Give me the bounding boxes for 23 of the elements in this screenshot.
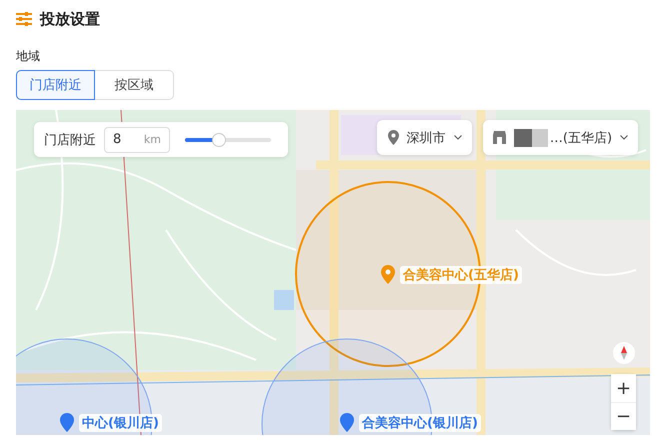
store-icon (492, 131, 506, 144)
slider-thumb[interactable] (212, 132, 226, 146)
map-marker-icon[interactable] (340, 413, 354, 432)
radius-input[interactable]: 8 km (104, 126, 170, 152)
radius-label: 门店附近 (44, 132, 96, 148)
caret-icon (620, 135, 628, 140)
sliders-icon (16, 12, 32, 26)
location-pin-icon (388, 130, 398, 145)
region-tab[interactable]: 门店附近 (16, 70, 95, 100)
city-dropdown[interactable]: 深圳市 (377, 120, 472, 155)
section-title: 投放设置 (40, 10, 100, 28)
store-label: 合美容中心(五华店) (400, 266, 522, 284)
zoom-out-button[interactable]: − (611, 402, 636, 430)
zoom-in-button[interactable]: + (611, 374, 636, 402)
caret-icon (454, 135, 462, 140)
region-label: 地域 (15, 48, 41, 64)
map-marker-icon[interactable] (381, 265, 395, 284)
map-marker-icon[interactable] (60, 413, 74, 432)
region-tab[interactable]: 按区域 (95, 70, 174, 100)
store-label: 合美容中心(银川店) (359, 414, 481, 432)
store-dropdown[interactable]: …(五华店) (483, 120, 638, 155)
compass-icon (613, 342, 635, 364)
store-label: 中心(银川店) (79, 414, 162, 432)
